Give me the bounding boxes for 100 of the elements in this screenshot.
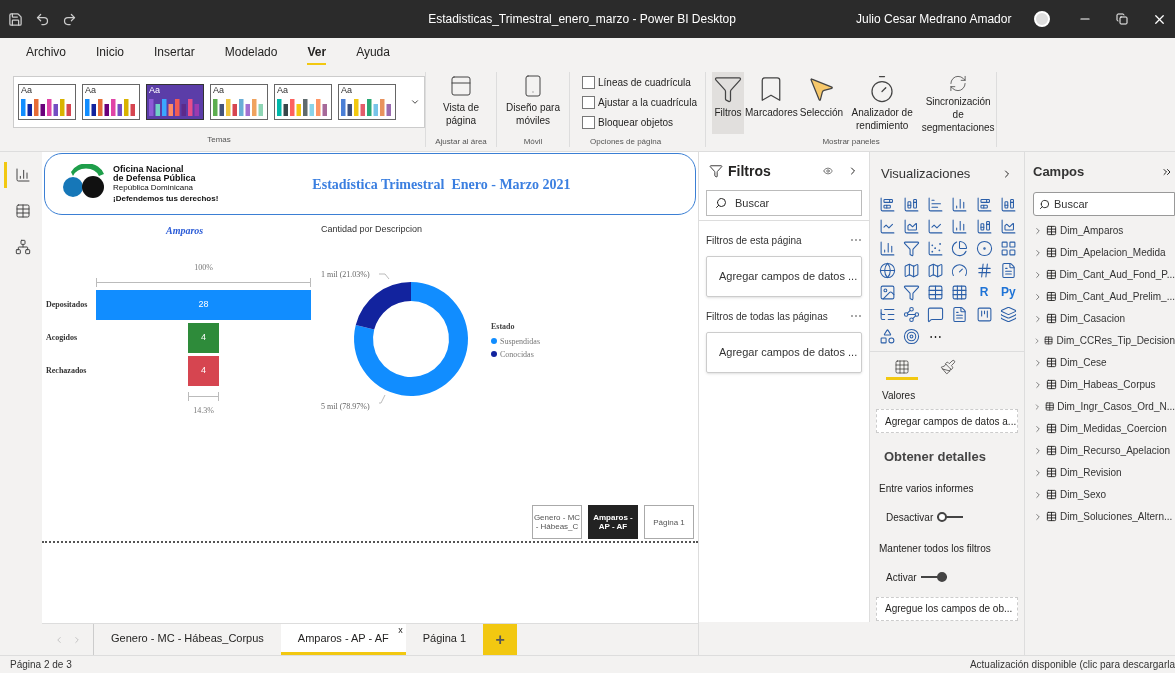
visual-type-icon[interactable] xyxy=(903,284,921,301)
save-icon[interactable] xyxy=(8,11,23,27)
field-table-item[interactable]: Dim_CCRes_Tip_Decision xyxy=(1033,332,1175,349)
more-options-icon[interactable]: ⋯ xyxy=(850,231,862,249)
visual-type-icon[interactable] xyxy=(927,306,945,323)
menu-tab[interactable]: Archivo xyxy=(26,41,66,65)
mobile-layout-button[interactable]: Diseño para móviles xyxy=(501,74,565,127)
visual-type-icon[interactable] xyxy=(999,196,1017,213)
visual-type-icon[interactable] xyxy=(927,196,945,213)
theme-swatch[interactable]: Aa xyxy=(274,84,332,120)
field-table-item[interactable]: Dim_Revision xyxy=(1033,464,1175,481)
toggle-switch[interactable] xyxy=(937,512,964,522)
more-visuals-icon[interactable]: ⋯ xyxy=(927,328,945,345)
field-drop-well[interactable]: Agregar campos de datos a... xyxy=(876,409,1018,433)
menu-tab[interactable]: Ver xyxy=(307,41,327,65)
filter-drop-well[interactable]: Agregar campos de datos ... xyxy=(706,256,862,297)
visual-type-icon[interactable] xyxy=(879,306,896,323)
search-field[interactable]: Buscar xyxy=(706,190,862,216)
pane-toggle-button[interactable]: Selección xyxy=(798,72,845,134)
menu-tab[interactable]: Modelado xyxy=(224,41,278,65)
visual-type-icon[interactable] xyxy=(951,240,969,257)
page-navigator-button[interactable]: Página 1 xyxy=(644,505,694,539)
undo-icon[interactable] xyxy=(35,11,50,27)
visual-type-icon[interactable] xyxy=(999,218,1017,235)
visual-type-icon[interactable] xyxy=(879,240,896,257)
page-option-checkbox[interactable]: Bloquear objetos xyxy=(582,115,705,130)
pane-toggle-button[interactable]: Analizador de rendimiento xyxy=(844,72,921,134)
visual-type-icon[interactable] xyxy=(903,218,921,235)
visual-type-icon[interactable] xyxy=(927,284,945,301)
field-table-item[interactable]: Dim_Cese xyxy=(1033,354,1175,371)
collapse-icon[interactable] xyxy=(1161,166,1173,178)
field-table-item[interactable]: Dim_Recurso_Apelacion xyxy=(1033,442,1175,459)
visual-type-icon[interactable] xyxy=(903,328,921,345)
theme-swatch[interactable]: Aa xyxy=(18,84,76,120)
close-tab-icon[interactable]: x xyxy=(398,624,403,638)
add-page-button[interactable]: + xyxy=(483,624,518,655)
visual-type-icon[interactable] xyxy=(999,240,1017,257)
visual-type-icon[interactable]: Py xyxy=(999,284,1017,301)
eye-icon[interactable] xyxy=(823,166,833,176)
visual-type-icon[interactable] xyxy=(999,306,1017,323)
visual-type-icon[interactable] xyxy=(951,196,969,213)
pane-toggle-button[interactable]: Marcadores xyxy=(744,72,799,134)
update-link[interactable]: Actualización disponible (clic para descargarla xyxy=(969,657,1175,672)
visual-type-icon[interactable] xyxy=(903,262,921,279)
visual-type-icon[interactable] xyxy=(927,240,945,257)
caret-icon[interactable] xyxy=(410,97,420,107)
visual-type-icon[interactable] xyxy=(951,306,969,323)
menu-tab[interactable]: Inicio xyxy=(96,41,125,65)
page-navigator-button[interactable]: Genero - MC - Hábeas_C xyxy=(532,505,582,539)
search-field[interactable]: Buscar xyxy=(1033,192,1175,216)
visual-type-icon[interactable] xyxy=(879,284,896,301)
visual-type-icon[interactable] xyxy=(879,196,896,213)
page-option-checkbox[interactable]: Líneas de cuadrícula xyxy=(582,75,705,90)
visual-type-icon[interactable] xyxy=(879,262,896,279)
visual-type-icon[interactable] xyxy=(951,284,969,301)
theme-swatch[interactable]: Aa xyxy=(82,84,140,120)
avatar-icon[interactable] xyxy=(1034,11,1050,27)
page-navigator-button[interactable]: Amparos - AP - AF xyxy=(588,505,638,539)
field-table-item[interactable]: Dim_Habeas_Corpus xyxy=(1033,376,1175,393)
field-table-item[interactable]: Dim_Ingr_Casos_Ord_N... xyxy=(1033,398,1175,415)
visual-type-icon[interactable] xyxy=(975,306,993,323)
field-table-item[interactable]: Dim_Apelacion_Medida xyxy=(1033,244,1175,261)
page-view-button[interactable]: Vista de página xyxy=(431,74,491,127)
field-table-item[interactable]: Dim_Cant_Aud_Fond_P... xyxy=(1033,266,1175,283)
redo-icon[interactable] xyxy=(62,11,77,27)
visual-type-icon[interactable]: R xyxy=(975,284,993,301)
toggle-switch[interactable] xyxy=(920,572,947,582)
visual-type-icon[interactable] xyxy=(903,196,921,213)
pane-toggle-button[interactable]: Sincronización de segmentaciones xyxy=(920,72,997,134)
visual-type-icon[interactable] xyxy=(975,240,993,257)
visual-type-icon[interactable] xyxy=(879,328,896,345)
field-table-item[interactable]: Dim_Casacion xyxy=(1033,310,1175,327)
theme-swatch[interactable]: Aa xyxy=(210,84,268,120)
visual-type-icon[interactable] xyxy=(975,218,993,235)
field-table-item[interactable]: Dim_Medidas_Coercion xyxy=(1033,420,1175,437)
page-tab[interactable]: Amparos - AP - AF x xyxy=(280,624,406,655)
menu-tab[interactable]: Ayuda xyxy=(356,41,390,65)
theme-swatch[interactable]: Aa xyxy=(146,84,204,120)
restore-icon[interactable] xyxy=(1116,13,1128,25)
page-tab[interactable]: Página 1 xyxy=(405,624,484,655)
visual-type-icon[interactable] xyxy=(951,262,969,279)
field-table-item[interactable]: Dim_Soluciones_Altern... xyxy=(1033,508,1175,525)
field-table-item[interactable]: Dim_Cant_Aud_Prelim_... xyxy=(1033,288,1175,305)
filter-drop-well[interactable]: Agregar campos de datos ... xyxy=(706,332,862,373)
field-table-item[interactable]: Dim_Sexo xyxy=(1033,486,1175,503)
visual-type-icon[interactable] xyxy=(999,262,1017,279)
visual-type-icon[interactable] xyxy=(903,240,921,257)
page-tab[interactable]: Genero - MC - Hábeas_Corpus xyxy=(94,624,281,655)
pane-toggle-button[interactable]: Filtros xyxy=(712,72,744,134)
visual-type-icon[interactable] xyxy=(903,306,921,323)
visual-type-icon[interactable] xyxy=(927,262,945,279)
menu-tab[interactable]: Insertar xyxy=(154,41,195,65)
visual-type-icon[interactable] xyxy=(975,196,993,213)
visual-type-icon[interactable] xyxy=(951,218,969,235)
more-options-icon[interactable]: ⋯ xyxy=(850,307,862,325)
visual-type-icon[interactable] xyxy=(879,218,896,235)
field-drop-well[interactable]: Agregue los campos de ob... xyxy=(876,596,1018,621)
visual-type-icon[interactable] xyxy=(975,262,993,279)
theme-swatch[interactable]: Aa xyxy=(338,84,396,120)
field-table-item[interactable]: Dim_Amparos xyxy=(1033,222,1175,239)
